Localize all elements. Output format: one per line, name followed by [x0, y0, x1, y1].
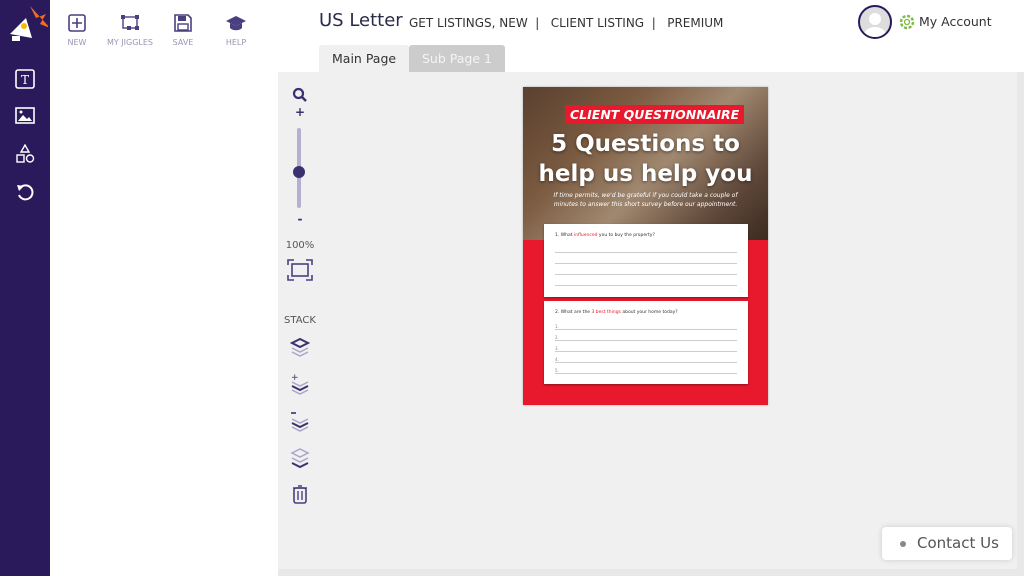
stack-label: STACK: [284, 315, 316, 326]
zoom-in-button[interactable]: +: [280, 105, 320, 119]
send-to-back-icon[interactable]: [280, 448, 320, 474]
numbered-line: 2.: [555, 330, 737, 341]
my-jiggles-label: MY JIGGLES: [106, 38, 154, 47]
vertical-scrollbar[interactable]: [1017, 72, 1024, 576]
gear-icon[interactable]: [898, 13, 916, 31]
my-jiggles-button[interactable]: MY JIGGLES: [100, 14, 160, 47]
status-dot-icon: [900, 541, 906, 547]
badge: CLIENT QUESTIONNAIRE: [565, 105, 745, 124]
header-links[interactable]: GET LISTINGS, NEW | CLIENT LISTING | PRE…: [409, 16, 723, 30]
svg-text:T: T: [21, 73, 29, 87]
q2-pre: 2. What are the: [555, 310, 592, 315]
new-label: NEW: [67, 38, 87, 47]
save-label: SAVE: [172, 38, 194, 47]
numbered-line: 5.: [555, 363, 737, 374]
document-page[interactable]: CLIENT QUESTIONNAIRE 5 Questions to help …: [523, 87, 768, 405]
numbered-line: 1.: [555, 319, 737, 330]
zoom-icon: [280, 87, 320, 107]
send-backward-icon[interactable]: [280, 410, 320, 436]
trash-icon[interactable]: [280, 484, 320, 508]
save-button[interactable]: SAVE: [153, 14, 213, 47]
shapes-tool-icon[interactable]: [13, 142, 37, 166]
zoom-out-button[interactable]: -: [280, 212, 320, 226]
page-size-title: US Letter: [319, 10, 403, 31]
avatar[interactable]: [858, 5, 892, 39]
graduation-cap-icon: [226, 16, 246, 31]
contact-us-label: Contact Us: [917, 534, 999, 552]
new-button[interactable]: NEW: [47, 14, 107, 47]
bring-forward-icon[interactable]: +: [280, 373, 320, 399]
plus-square-icon: [68, 14, 86, 32]
contact-us-button[interactable]: Contact Us: [882, 527, 1012, 560]
image-tool-icon[interactable]: [13, 104, 37, 128]
question-1: 1. What influenced you to buy the proper…: [555, 233, 737, 238]
q2-highlight: 3 best things: [591, 310, 621, 315]
help-button[interactable]: HELP: [206, 14, 266, 47]
sidebar: T: [0, 0, 50, 576]
header-photo[interactable]: CLIENT QUESTIONNAIRE 5 Questions to help …: [523, 87, 768, 240]
question-2-box[interactable]: 2. What are the 3 best things about your…: [544, 301, 748, 384]
zoom-level: 100%: [285, 240, 315, 251]
answer-line: [555, 242, 737, 253]
tab-main-page[interactable]: Main Page: [319, 45, 410, 72]
headline-line-1: 5 Questions to: [551, 131, 740, 157]
logo-megaphone-icon[interactable]: [4, 4, 50, 44]
answer-line: [555, 264, 737, 275]
q1-highlight: influenced: [573, 233, 598, 238]
fit-screen-icon[interactable]: [280, 259, 320, 285]
bring-to-front-icon[interactable]: [280, 337, 320, 361]
intro-text: If time permits, we'd be grateful if you…: [553, 192, 738, 208]
svg-text:+: +: [291, 373, 299, 383]
undo-icon[interactable]: [13, 180, 37, 204]
q1-pre: 1. What: [555, 233, 574, 238]
zoom-slider-handle[interactable]: [293, 166, 305, 178]
my-account-link[interactable]: My Account: [919, 14, 992, 29]
numbered-line: 3.: [555, 341, 737, 352]
answer-line: [555, 253, 737, 264]
headline-line-2: help us help you: [538, 161, 753, 187]
jiggles-icon: [121, 15, 139, 30]
q1-post: you to buy the property?: [597, 233, 655, 238]
headline: 5 Questions to help us help you: [523, 129, 768, 189]
save-icon: [174, 14, 192, 32]
horizontal-scrollbar[interactable]: [278, 569, 1024, 576]
q2-post: about your home today?: [620, 310, 678, 315]
properties-panel: [50, 72, 278, 576]
text-tool-icon[interactable]: T: [13, 67, 37, 91]
question-1-box[interactable]: 1. What influenced you to buy the proper…: [544, 224, 748, 297]
help-label: HELP: [225, 38, 247, 47]
question-2: 2. What are the 3 best things about your…: [555, 310, 737, 315]
tab-sub-page-1[interactable]: Sub Page 1: [409, 45, 505, 72]
numbered-line: 4.: [555, 352, 737, 363]
answer-line: [555, 275, 737, 286]
